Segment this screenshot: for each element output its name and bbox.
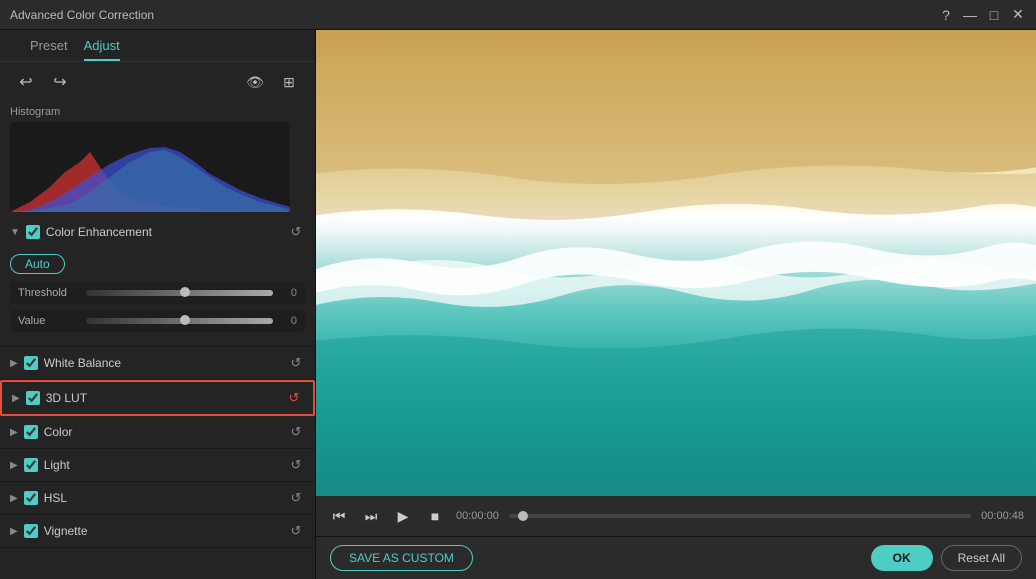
hsl-checkbox[interactable] (24, 491, 38, 505)
vignette-chevron-icon: ▶ (10, 526, 18, 537)
color-reset-btn[interactable]: ↺ (287, 423, 305, 441)
ok-button[interactable]: OK (871, 545, 933, 571)
histogram-canvas (10, 122, 290, 212)
wb-chevron-icon: ▶ (10, 358, 18, 369)
light-checkbox[interactable] (24, 458, 38, 472)
section-vignette: ▶ Vignette ↺ (0, 515, 315, 548)
section-vignette-header[interactable]: ▶ Vignette ↺ (0, 515, 315, 547)
maximize-button[interactable]: □ (986, 7, 1002, 23)
color-checkbox[interactable] (24, 425, 38, 439)
histogram-label: Histogram (10, 106, 305, 118)
left-panel: Preset Adjust ↩ ↪ 👁 ⊞ Histogram (0, 30, 316, 579)
bottom-bar: SAVE AS CUSTOM OK Reset All (316, 536, 1036, 579)
section-color: ▶ Color ↺ (0, 416, 315, 449)
threshold-label: Threshold (18, 287, 78, 299)
section-vignette-header-left: ▶ Vignette (10, 524, 88, 538)
section-light-header-left: ▶ Light (10, 458, 70, 472)
color-enhancement-title: Color Enhancement (46, 225, 152, 239)
value-label: Value (18, 315, 78, 327)
white-balance-title: White Balance (44, 356, 121, 370)
section-light: ▶ Light ↺ (0, 449, 315, 482)
value-value: 0 (281, 315, 297, 327)
section-color-enhancement: ▼ Color Enhancement ↺ Auto Threshold 0 V… (0, 216, 315, 347)
video-area (316, 30, 1036, 496)
hsl-reset-btn[interactable]: ↺ (287, 489, 305, 507)
vignette-reset-btn[interactable]: ↺ (287, 522, 305, 540)
3d-lut-checkbox[interactable] (26, 391, 40, 405)
title-bar-left: Advanced Color Correction (10, 8, 154, 22)
light-title: Light (44, 458, 70, 472)
threshold-slider-row: Threshold 0 (10, 282, 305, 304)
player-bar: ⏮ ⏭ ▶ ■ 00:00:00 00:00:48 (316, 496, 1036, 536)
vignette-title: Vignette (44, 524, 88, 538)
tab-preset[interactable]: Preset (30, 38, 68, 61)
light-reset-btn[interactable]: ↺ (287, 456, 305, 474)
section-color-header[interactable]: ▶ Color ↺ (0, 416, 315, 448)
reset-all-button[interactable]: Reset All (941, 545, 1022, 571)
section-header-left: ▼ Color Enhancement (10, 225, 152, 239)
rewind-button[interactable]: ⏮ (328, 505, 350, 527)
color-enhancement-reset-btn[interactable]: ↺ (287, 223, 305, 241)
threshold-value: 0 (281, 287, 297, 299)
section-hsl: ▶ HSL ↺ (0, 482, 315, 515)
section-white-balance: ▶ White Balance ↺ (0, 347, 315, 380)
lut-chevron-icon: ▶ (12, 393, 20, 404)
section-light-header[interactable]: ▶ Light ↺ (0, 449, 315, 481)
video-frame (316, 30, 1036, 496)
tab-adjust[interactable]: Adjust (84, 38, 120, 61)
color-enhancement-checkbox[interactable] (26, 225, 40, 239)
right-panel: ⏮ ⏭ ▶ ■ 00:00:00 00:00:48 SAVE AS CUSTOM… (316, 30, 1036, 579)
auto-button[interactable]: Auto (10, 254, 65, 274)
time-current: 00:00:00 (456, 510, 499, 522)
progress-thumb (518, 511, 528, 521)
save-custom-button[interactable]: SAVE AS CUSTOM (330, 545, 473, 571)
app-title: Advanced Color Correction (10, 8, 154, 22)
close-button[interactable]: ✕ (1010, 7, 1026, 23)
title-bar-controls: ? — □ ✕ (938, 7, 1026, 23)
section-color-header-left: ▶ Color (10, 425, 72, 439)
tabs-row: Preset Adjust (0, 30, 315, 62)
white-balance-reset-btn[interactable]: ↺ (287, 354, 305, 372)
section-hsl-header-left: ▶ HSL (10, 491, 67, 505)
play-button[interactable]: ▶ (392, 505, 414, 527)
redo-button[interactable]: ↪ (48, 70, 72, 94)
eye-icon-button[interactable]: 👁 (243, 70, 267, 94)
section-3d-lut-header[interactable]: ▶ 3D LUT ↺ (2, 382, 313, 414)
help-button[interactable]: ? (938, 7, 954, 23)
vignette-checkbox[interactable] (24, 524, 38, 538)
color-enhancement-body: Auto Threshold 0 Value 0 (0, 248, 315, 346)
histogram-section: Histogram (0, 102, 315, 216)
3d-lut-title: 3D LUT (46, 391, 87, 405)
stop-button[interactable]: ■ (424, 505, 446, 527)
color-chevron-icon: ▶ (10, 427, 18, 438)
title-bar: Advanced Color Correction ? — □ ✕ (0, 0, 1036, 30)
split-view-button[interactable]: ⊞ (277, 70, 301, 94)
section-hsl-header[interactable]: ▶ HSL ↺ (0, 482, 315, 514)
undo-button[interactable]: ↩ (14, 70, 38, 94)
chevron-icon: ▼ (10, 227, 20, 238)
value-slider-row: Value 0 (10, 310, 305, 332)
section-color-enhancement-header[interactable]: ▼ Color Enhancement ↺ (0, 216, 315, 248)
time-end: 00:00:48 (981, 510, 1024, 522)
color-section-title: Color (44, 425, 73, 439)
toolbar-row: ↩ ↪ 👁 ⊞ (0, 62, 315, 102)
progress-track[interactable] (509, 514, 971, 518)
section-3d-lut: ▶ 3D LUT ↺ (0, 380, 315, 416)
hsl-title: HSL (44, 491, 67, 505)
section-white-balance-header[interactable]: ▶ White Balance ↺ (0, 347, 315, 379)
hsl-chevron-icon: ▶ (10, 493, 18, 504)
threshold-slider[interactable] (86, 290, 273, 296)
section-lut-header-left: ▶ 3D LUT (12, 391, 87, 405)
prev-frame-button[interactable]: ⏭ (360, 505, 382, 527)
minimize-button[interactable]: — (962, 7, 978, 23)
section-wb-header-left: ▶ White Balance (10, 356, 121, 370)
value-slider[interactable] (86, 318, 273, 324)
main-layout: Preset Adjust ↩ ↪ 👁 ⊞ Histogram (0, 30, 1036, 579)
light-chevron-icon: ▶ (10, 460, 18, 471)
action-buttons: OK Reset All (871, 545, 1022, 571)
white-balance-checkbox[interactable] (24, 356, 38, 370)
3d-lut-reset-btn[interactable]: ↺ (285, 389, 303, 407)
